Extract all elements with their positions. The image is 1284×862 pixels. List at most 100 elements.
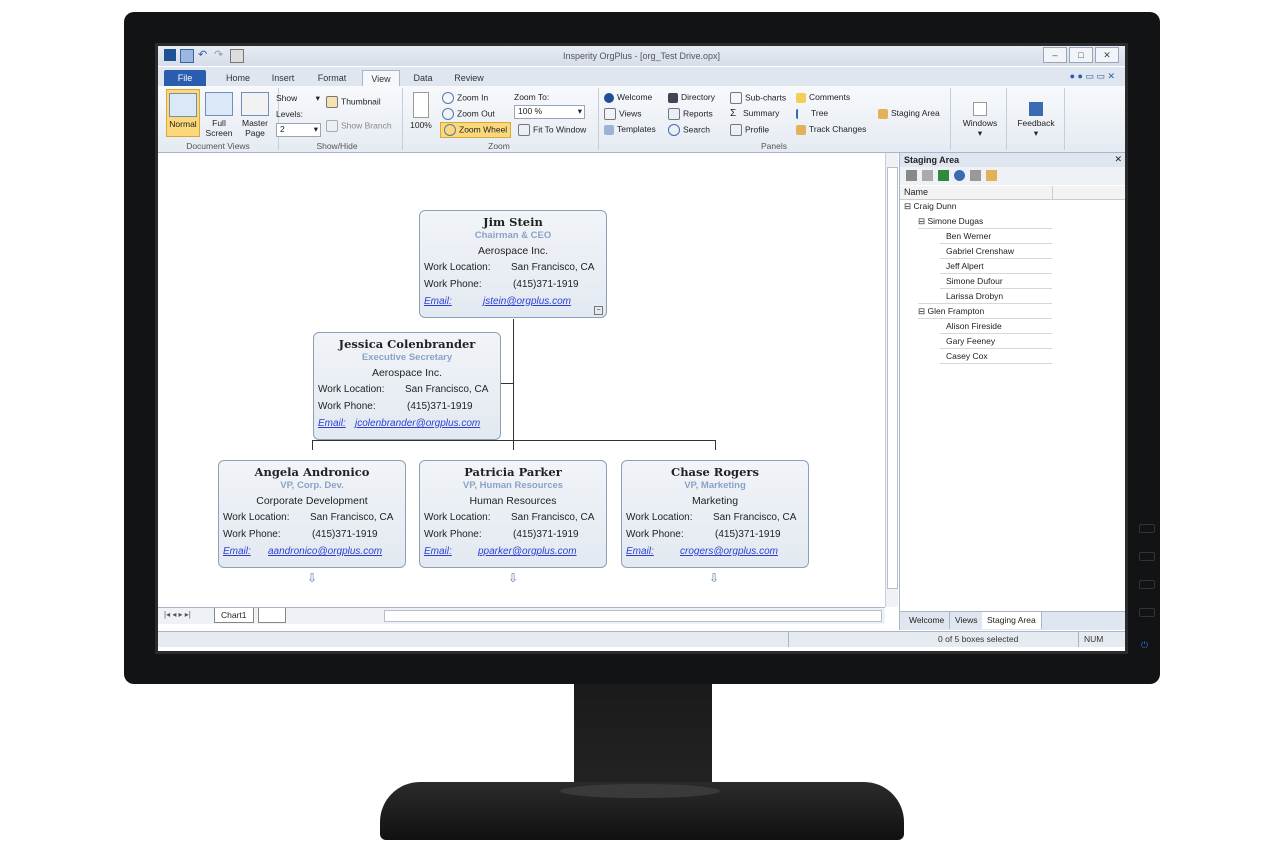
tab-view[interactable]: View — [362, 70, 400, 87]
summary-icon: Σ — [730, 107, 737, 119]
tree-item[interactable]: Simone Dufour — [946, 276, 1003, 286]
zoom-out-button[interactable]: Zoom Out — [442, 108, 495, 120]
tree-item[interactable]: Ben Werner — [946, 231, 991, 241]
tab-format[interactable]: Format — [310, 70, 354, 86]
staging-area-icon — [878, 108, 888, 119]
monitor-button — [1139, 552, 1155, 561]
collapse-icon[interactable]: ⊟ — [904, 201, 911, 211]
email-label: Email: — [424, 546, 452, 557]
email-link[interactable]: pparker@orgplus.com — [478, 546, 577, 557]
profile-panel-button[interactable]: Profile — [730, 124, 769, 136]
views-panel-button[interactable]: Views — [604, 108, 642, 120]
windows-icon — [973, 102, 987, 116]
help-icons[interactable]: ● ● ▭ ▭ ✕ — [1070, 71, 1115, 82]
collapse-icon[interactable]: − — [594, 306, 603, 315]
new-sheet-icon[interactable] — [258, 608, 286, 623]
show-branch-button[interactable]: Show Branch — [326, 120, 392, 132]
zoom-in-button[interactable]: Zoom In — [442, 92, 488, 104]
panel-tab-welcome[interactable]: Welcome — [904, 612, 951, 629]
templates-panel-button[interactable]: Templates — [604, 124, 656, 135]
tree-item[interactable]: Larissa Drobyn — [946, 291, 1003, 301]
master-page-button[interactable]: Master Page — [238, 92, 272, 138]
tree-item[interactable]: ⊟ Simone Dugas — [918, 216, 983, 227]
tree-panel-button[interactable]: Tree — [796, 108, 828, 119]
selection-status: 0 of 5 boxes selected — [938, 634, 1019, 644]
tree-item[interactable]: ⊟ Glen Frampton — [918, 306, 984, 317]
tree-item[interactable]: Gary Feeney — [946, 336, 995, 346]
collapse-icon[interactable]: ⊟ — [918, 216, 925, 226]
employee-department: Aerospace Inc. — [371, 367, 443, 379]
minimize-button[interactable]: – — [1043, 47, 1067, 63]
fit-to-window-button[interactable]: Fit To Window — [518, 124, 586, 136]
full-screen-button[interactable]: Full Screen — [202, 92, 236, 138]
collapse-icon[interactable]: ⊟ — [918, 306, 925, 316]
org-box[interactable]: Chase Rogers VP, Marketing Marketing Wor… — [621, 460, 809, 568]
org-box[interactable]: Patricia Parker VP, Human Resources Huma… — [419, 460, 607, 568]
zoom-to-select[interactable]: 100 % ▾ — [514, 105, 585, 119]
tab-file[interactable]: File — [164, 70, 206, 86]
thumbnail-button[interactable]: Thumbnail — [326, 96, 381, 108]
email-link[interactable]: jstein@orgplus.com — [483, 296, 571, 307]
column-header[interactable]: Name — [900, 186, 1125, 200]
sheet-navigation[interactable]: |◂ ◂ ▸ ▸| — [164, 610, 191, 619]
welcome-panel-button[interactable]: Welcome — [604, 92, 652, 103]
tab-insert[interactable]: Insert — [264, 70, 302, 86]
tools-icon[interactable] — [970, 170, 981, 181]
sheet-tab-chart1[interactable]: Chart1 — [214, 608, 254, 623]
print-icon[interactable] — [906, 170, 917, 181]
tree-item[interactable]: Jeff Alpert — [946, 261, 984, 271]
org-box[interactable]: Jim Stein Chairman & CEO Aerospace Inc. … — [419, 210, 607, 318]
email-link[interactable]: aandronico@orgplus.com — [268, 546, 382, 557]
zoom-wheel-button[interactable]: Zoom Wheel — [440, 122, 512, 138]
close-icon[interactable]: ✕ — [1114, 154, 1122, 165]
reports-panel-button[interactable]: Reports — [668, 108, 713, 120]
zoom-100-button[interactable]: 100% — [408, 92, 434, 130]
email-link[interactable]: crogers@orgplus.com — [680, 546, 778, 557]
expand-branch-icon[interactable]: ⇩ — [304, 571, 320, 585]
expand-branch-icon[interactable]: ⇩ — [706, 571, 722, 585]
maximize-button[interactable]: □ — [1069, 47, 1093, 63]
search-panel-button[interactable]: Search — [668, 124, 710, 136]
feedback-button[interactable]: Feedback ▾ — [1012, 102, 1060, 138]
tree-item[interactable]: Casey Cox — [946, 351, 988, 361]
org-box[interactable]: Angela Andronico VP, Corp. Dev. Corporat… — [218, 460, 406, 568]
horizontal-scrollbar[interactable] — [384, 610, 882, 622]
tab-home[interactable]: Home — [218, 70, 258, 86]
panel-tab-views[interactable]: Views — [950, 612, 984, 629]
templates-icon — [604, 124, 614, 135]
tree-item[interactable]: Gabriel Crenshaw — [946, 246, 1014, 256]
track-changes-panel-button[interactable]: Track Changes — [796, 124, 866, 135]
work-phone-value: (415)371-1919 — [312, 529, 378, 540]
summary-panel-button[interactable]: Σ Summary — [730, 108, 779, 119]
connector-line — [501, 383, 513, 384]
expand-branch-icon[interactable]: ⇩ — [505, 571, 521, 585]
vertical-scrollbar[interactable] — [885, 153, 898, 607]
panel-tab-staging-area[interactable]: Staging Area — [982, 612, 1042, 629]
tab-data[interactable]: Data — [406, 70, 440, 86]
scroll-thumb[interactable] — [887, 167, 898, 589]
tree-item[interactable]: Alison Fireside — [946, 321, 1002, 331]
work-phone-value: (415)371-1919 — [407, 401, 473, 412]
connector-line — [513, 319, 514, 440]
directory-panel-button[interactable]: Directory — [668, 92, 715, 103]
work-phone-label: Work Phone: — [424, 529, 482, 540]
megaphone-icon — [1029, 102, 1043, 116]
sub-charts-panel-button[interactable]: Sub-charts — [730, 92, 786, 104]
close-button[interactable]: ✕ — [1095, 47, 1119, 63]
excel-export-icon[interactable] — [938, 170, 949, 181]
show-dropdown[interactable]: Show ▾ — [276, 93, 320, 104]
org-box[interactable]: Jessica Colenbrander Executive Secretary… — [313, 332, 501, 440]
levels-select[interactable]: 2 ▾ — [276, 123, 321, 137]
tree-item[interactable]: ⊟ Craig Dunn — [904, 201, 957, 212]
email-link[interactable]: jcolenbrander@orgplus.com — [355, 418, 480, 429]
people-icon[interactable] — [954, 170, 965, 181]
comments-panel-button[interactable]: Comments — [796, 92, 850, 103]
normal-view-button[interactable]: Normal — [166, 89, 200, 137]
print-preview-icon[interactable] — [922, 170, 933, 181]
tab-review[interactable]: Review — [448, 70, 490, 86]
chart-canvas[interactable]: Jim Stein Chairman & CEO Aerospace Inc. … — [158, 153, 886, 607]
stage-icon[interactable] — [986, 170, 997, 181]
zoom-in-icon — [442, 92, 454, 104]
windows-button[interactable]: Windows ▾ — [958, 102, 1002, 138]
staging-area-panel-button[interactable]: Staging Area — [878, 108, 940, 119]
